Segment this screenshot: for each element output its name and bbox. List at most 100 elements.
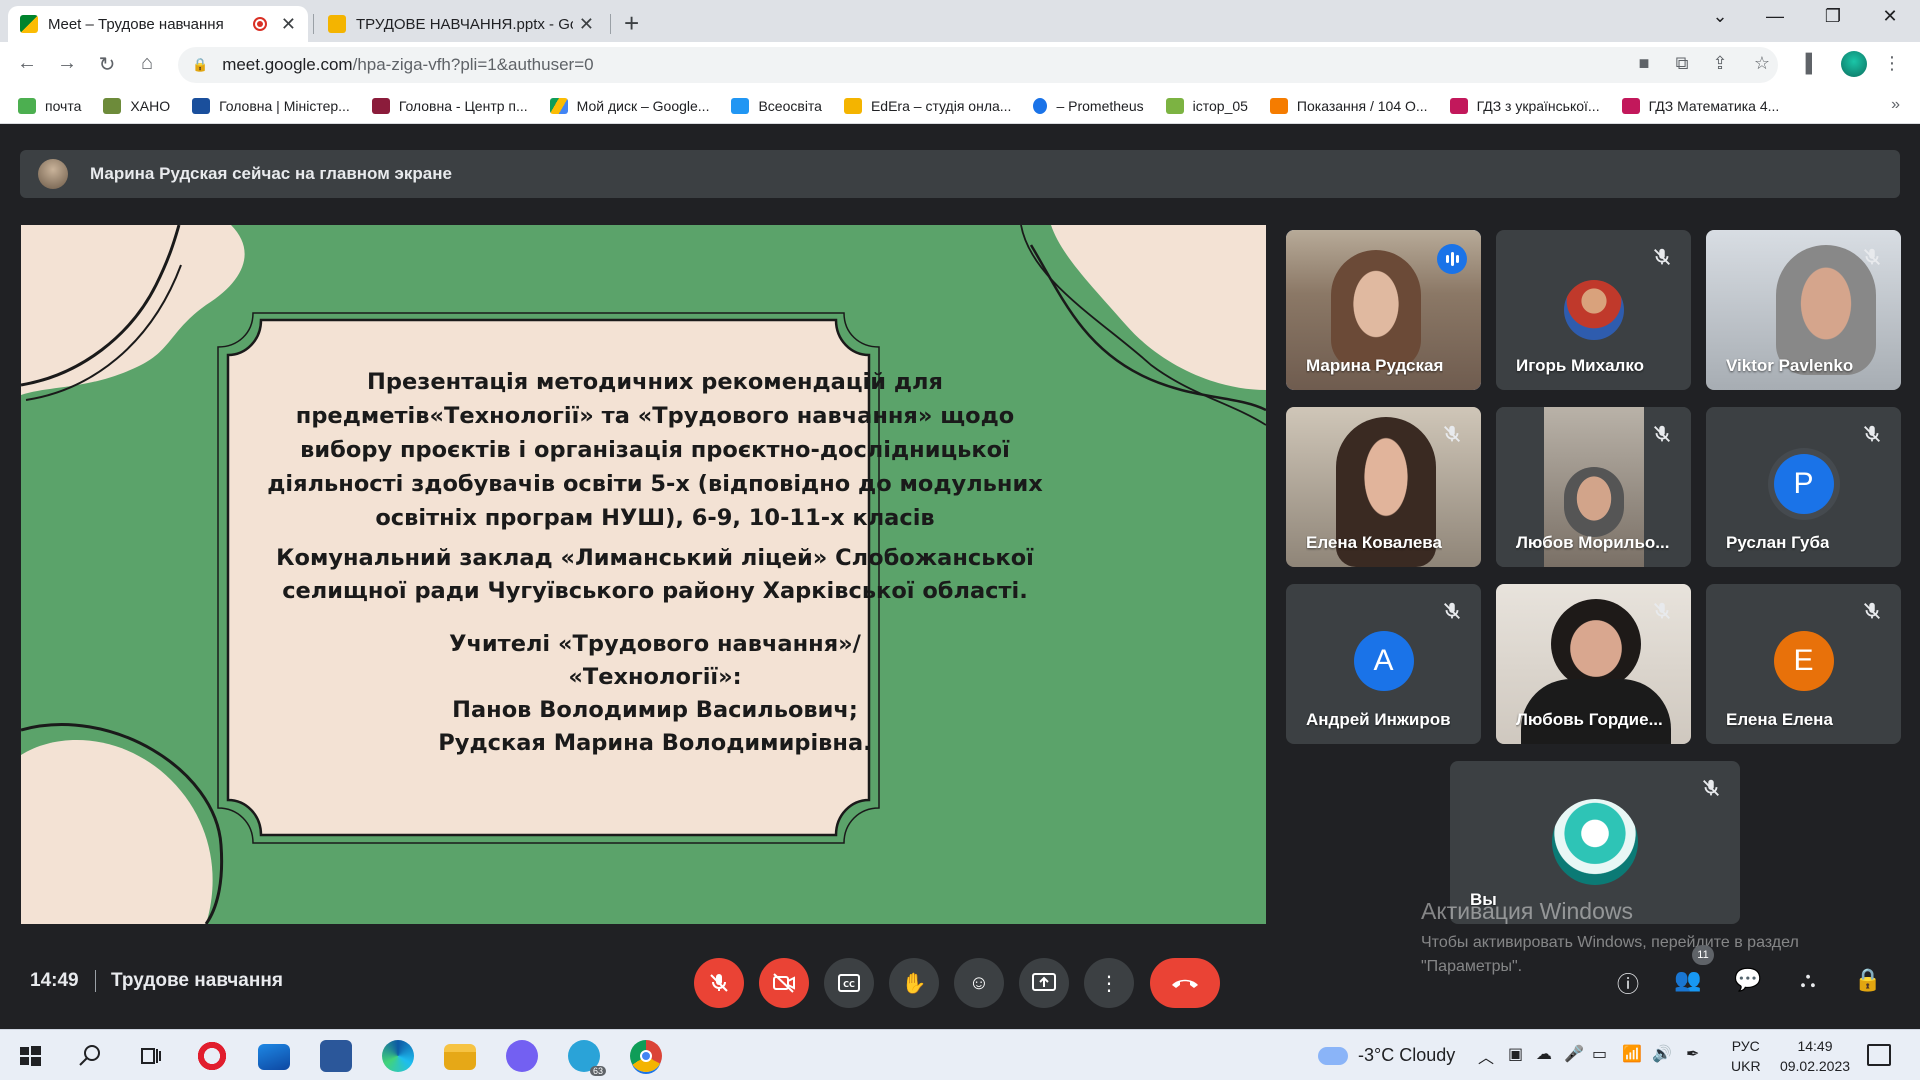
bookmark-item[interactable]: істор_05: [1165, 97, 1248, 114]
bookmark-icon: [371, 97, 390, 114]
participant-tile[interactable]: A Андрей Инжиров: [1286, 584, 1481, 744]
window-close-icon[interactable]: ✕: [1875, 6, 1905, 27]
pen-icon[interactable]: ✒: [1686, 1044, 1699, 1064]
participant-name: Руслан Губа: [1726, 533, 1830, 552]
chevron-up-icon[interactable]: ︿: [1478, 1044, 1494, 1068]
battery-icon[interactable]: ▭: [1592, 1044, 1607, 1064]
more-options-button[interactable]: ⋮: [1084, 958, 1134, 1008]
mail-icon[interactable]: [258, 1044, 290, 1070]
avatar: P: [1773, 453, 1834, 514]
side-panel-icon[interactable]: ▌: [1800, 53, 1824, 74]
lock-icon[interactable]: 🔒: [192, 57, 208, 73]
participant-tile[interactable]: Марина Рудская: [1286, 230, 1481, 390]
weather-widget[interactable]: -3°C Cloudy: [1318, 1045, 1455, 1066]
onedrive-icon[interactable]: ☁: [1536, 1044, 1552, 1064]
google-drive-icon: [549, 97, 568, 114]
word-icon[interactable]: [320, 1040, 352, 1072]
info-icon[interactable]: ⓘ: [1612, 967, 1644, 999]
reactions-button[interactable]: ☺: [954, 958, 1004, 1008]
notifications-icon[interactable]: [1867, 1044, 1891, 1066]
close-icon[interactable]: ✕: [281, 14, 296, 35]
reload-icon[interactable]: ↻: [94, 52, 120, 77]
camera-icon[interactable]: ■: [1632, 53, 1656, 74]
mic-off-icon: [1651, 600, 1675, 624]
slide-title-line: діяльності здобувачів освіти 5-х (відпов…: [267, 471, 1043, 497]
file-explorer-icon[interactable]: [444, 1044, 476, 1070]
open-external-icon[interactable]: ⧉: [1670, 53, 1694, 74]
tab-separator: [610, 14, 611, 34]
search-icon[interactable]: [74, 1040, 106, 1072]
bookmark-item[interactable]: Показання / 104 О...: [1269, 97, 1428, 114]
windows-start-icon[interactable]: [14, 1040, 46, 1072]
telegram-icon[interactable]: 63: [568, 1040, 606, 1076]
edge-icon[interactable]: [382, 1040, 414, 1072]
bookmark-item[interactable]: ХАНО: [103, 97, 170, 114]
bookmark-item[interactable]: EdEra – студія онла...: [843, 97, 1012, 114]
participant-tile[interactable]: Игорь Михалко: [1496, 230, 1691, 390]
bookmark-item[interactable]: Всеосвіта: [731, 97, 822, 114]
bookmark-label: – Prometheus: [1056, 97, 1144, 114]
menu-icon[interactable]: ⋮: [1880, 53, 1904, 74]
bookmark-item[interactable]: ГДЗ Математика 4...: [1621, 97, 1779, 114]
task-view-icon[interactable]: [134, 1040, 166, 1072]
tab-meet[interactable]: Meet – Трудове навчання ✕: [8, 6, 308, 42]
bookmark-label: Показання / 104 О...: [1296, 97, 1428, 114]
language-indicator[interactable]: РУС UKR: [1731, 1036, 1761, 1076]
activation-title: Активация Windows: [1421, 898, 1633, 924]
meet-tray-icon[interactable]: ▣: [1508, 1044, 1523, 1064]
minimize-icon[interactable]: —: [1760, 6, 1790, 27]
bookmark-label: Мой диск – Google...: [576, 97, 710, 114]
bookmark-item[interactable]: – Prometheus: [1033, 97, 1144, 114]
bookmark-item[interactable]: Мой диск – Google...: [549, 97, 710, 114]
tab-search-icon[interactable]: ⌄: [1705, 6, 1735, 27]
slide-teacher-line: Панов Володимир Васильович;: [452, 697, 858, 723]
people-icon[interactable]: 👥: [1672, 967, 1704, 999]
restore-icon[interactable]: ❐: [1818, 6, 1848, 27]
leave-call-button[interactable]: [1150, 958, 1220, 1008]
raise-hand-button[interactable]: ✋: [889, 958, 939, 1008]
chrome-icon[interactable]: [630, 1040, 662, 1072]
microphone-icon[interactable]: 🎤: [1564, 1044, 1584, 1064]
bookmark-item[interactable]: Головна | Міністер...: [192, 97, 350, 114]
viber-icon[interactable]: [506, 1040, 538, 1072]
share-icon[interactable]: ⇪: [1708, 53, 1732, 74]
volume-icon[interactable]: 🔊: [1652, 1044, 1672, 1064]
participant-tile[interactable]: Любовь Гордие...: [1496, 584, 1691, 744]
participant-tile[interactable]: Viktor Pavlenko: [1706, 230, 1901, 390]
camera-off-icon: [773, 973, 795, 993]
bookmark-label: EdEra – студія онла...: [870, 97, 1012, 114]
new-tab-button[interactable]: +: [624, 8, 639, 39]
participant-tile[interactable]: Любов Морильо...: [1496, 407, 1691, 567]
participant-name: Любов Морильо...: [1516, 533, 1670, 552]
microphone-button[interactable]: [694, 958, 744, 1008]
bookmark-item[interactable]: ГДЗ з української...: [1449, 97, 1600, 114]
tab-slides[interactable]: ТРУДОВЕ НАВЧАННЯ.pptx - Goo ✕: [316, 6, 606, 42]
host-controls-icon[interactable]: 🔒: [1852, 967, 1884, 999]
home-icon[interactable]: ⌂: [134, 52, 160, 75]
star-icon[interactable]: ☆: [1750, 53, 1774, 74]
participant-tile[interactable]: E Елена Елена: [1706, 584, 1901, 744]
system-clock[interactable]: 14:49 09.02.2023: [1775, 1036, 1855, 1076]
present-button[interactable]: [1019, 958, 1069, 1008]
participant-name: Любовь Гордие...: [1516, 710, 1663, 729]
bookmark-item[interactable]: Головна - Центр п...: [371, 97, 528, 114]
bookmark-item[interactable]: почта: [18, 97, 81, 114]
camera-button[interactable]: [759, 958, 809, 1008]
close-icon[interactable]: ✕: [579, 14, 594, 35]
forward-icon[interactable]: →: [54, 52, 80, 75]
participant-tile[interactable]: P Руслан Губа: [1706, 407, 1901, 567]
back-icon[interactable]: ←: [14, 52, 40, 75]
chat-icon[interactable]: 💬: [1732, 967, 1764, 999]
browser-toolbar: ← → ↻ ⌂ 🔒 meet.google.com/hpa-ziga-vfh?p…: [0, 42, 1920, 88]
address-bar[interactable]: 🔒 meet.google.com/hpa-ziga-vfh?pli=1&aut…: [178, 47, 1778, 83]
participant-tile[interactable]: Елена Ковалева: [1286, 407, 1481, 567]
avatar: [1552, 799, 1638, 885]
profile-avatar[interactable]: [1841, 51, 1867, 77]
opera-icon[interactable]: [196, 1040, 228, 1072]
bookmark-icon: [731, 97, 750, 114]
activities-icon[interactable]: ⛬: [1792, 967, 1824, 999]
chevron-right-icon[interactable]: »: [1891, 96, 1900, 114]
wifi-icon[interactable]: 📶: [1622, 1044, 1642, 1064]
participant-name: Игорь Михалко: [1516, 356, 1645, 375]
captions-button[interactable]: CC: [824, 958, 874, 1008]
